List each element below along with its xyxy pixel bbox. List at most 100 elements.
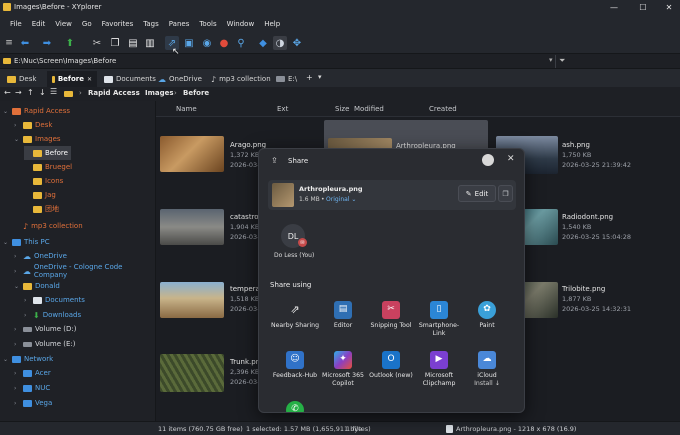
maximize-button[interactable]: ☐	[632, 0, 654, 15]
minimize-button[interactable]: —	[603, 0, 625, 15]
tree-item-acer[interactable]: › Acer	[14, 366, 51, 380]
share-app-snipping-tool[interactable]: ✂ Snipping Tool	[365, 301, 417, 330]
tab-desk[interactable]: Desk	[2, 71, 41, 87]
menu-tools[interactable]: Tools	[194, 20, 221, 28]
chevron-right-icon[interactable]: ›	[14, 253, 20, 260]
chevron-right-icon[interactable]: ›	[14, 400, 20, 407]
tree-item-volume-d[interactable]: › Volume (D:)	[14, 322, 76, 336]
share-app-outlook[interactable]: O Outlook (new)	[365, 351, 417, 380]
tree-item-downloads[interactable]: › ⬇ Downloads	[24, 308, 81, 322]
history-icon[interactable]: ☰	[50, 87, 57, 96]
menu-tags[interactable]: Tags	[138, 20, 164, 28]
menu-view[interactable]: View	[50, 20, 77, 28]
column-name[interactable]: Name	[176, 105, 197, 113]
menu-panes[interactable]: Panes	[164, 20, 195, 28]
list-item[interactable]	[160, 136, 224, 172]
breadcrumb-rapid-access[interactable]: Rapid Access	[88, 89, 140, 97]
chevron-down-icon[interactable]: ⌄	[3, 356, 9, 363]
menu-go[interactable]: Go	[77, 20, 97, 28]
share-app-nearby-sharing[interactable]: ⇗ Nearby Sharing	[269, 301, 321, 330]
tab-documents[interactable]: Documents	[99, 71, 161, 87]
breadcrumb-before[interactable]: Before	[183, 89, 209, 97]
tree-item-vega[interactable]: › Vega	[14, 396, 52, 410]
menu-edit[interactable]: Edit	[27, 20, 51, 28]
tab-mp3-collection[interactable]: ♪ mp3 collection	[206, 71, 276, 87]
chevron-right-icon[interactable]: ›	[14, 268, 20, 275]
tree-item-documents[interactable]: › Documents	[24, 293, 85, 307]
tree-item-desk[interactable]: › Desk	[14, 118, 52, 132]
breadcrumb-images[interactable]: Images	[145, 89, 174, 97]
address-bar[interactable]: E:\Nuc\Screen\Images\Before ▾ ⏷	[0, 54, 680, 69]
back-icon[interactable]: ←	[4, 88, 11, 97]
tab-list-button[interactable]: ▾	[318, 73, 322, 81]
chevron-down-icon[interactable]: ⌄	[14, 283, 20, 290]
column-ext[interactable]: Ext	[277, 105, 288, 113]
down-icon[interactable]: ↓	[39, 88, 46, 97]
delete-icon[interactable]: ●	[217, 36, 231, 50]
edit-button[interactable]: ✎ Edit	[458, 185, 496, 202]
preview-icon[interactable]: ▣	[182, 36, 196, 50]
quality-dropdown[interactable]: Original ⌄	[326, 196, 356, 203]
close-icon[interactable]: ✕	[507, 154, 515, 164]
tree-item-this-pc[interactable]: ⌄ This PC	[3, 235, 50, 249]
column-created[interactable]: Created	[429, 105, 457, 113]
menu-window[interactable]: Window	[222, 20, 260, 28]
cut-icon[interactable]: ✂	[90, 36, 104, 50]
column-size[interactable]: Size	[335, 105, 349, 113]
location-icon[interactable]: ◉	[200, 36, 214, 50]
address-path[interactable]: E:\Nuc\Screen\Images\Before	[14, 57, 116, 65]
close-button[interactable]: ✕	[658, 0, 680, 15]
tab-onedrive[interactable]: ☁ OneDrive	[153, 71, 207, 87]
share-app-feedback-hub[interactable]: ☺ Feedback-Hub	[269, 351, 321, 380]
gem-icon[interactable]: ◆	[256, 36, 270, 50]
dark-mode-icon[interactable]: ◑	[273, 36, 287, 50]
column-modified[interactable]: Modified	[354, 105, 384, 113]
share-app-copilot[interactable]: ✦ Microsoft 365 Copilot	[317, 351, 369, 388]
copy-icon[interactable]: ❐	[108, 36, 122, 50]
chevron-right-icon[interactable]: ›	[14, 122, 20, 129]
avatar[interactable]	[482, 154, 494, 166]
tab-close-icon[interactable]: ✕	[87, 76, 92, 83]
chevron-right-icon[interactable]: ›	[14, 370, 20, 377]
tree-item-nuc[interactable]: › NUC	[14, 381, 50, 395]
list-item[interactable]	[160, 282, 224, 318]
menu-file[interactable]: File	[5, 20, 27, 28]
forward-icon[interactable]: →	[15, 88, 22, 97]
tree-item-jag[interactable]: Jag	[24, 188, 56, 202]
tree-item-onedrive-ccc[interactable]: › ☁ OneDrive - Cologne Code Company	[14, 263, 155, 279]
paste-icon[interactable]: ▤	[126, 36, 140, 50]
tree-item-volume-e[interactable]: › Volume (E:)	[14, 337, 76, 351]
tree-item-bruegel[interactable]: Bruegel	[24, 160, 72, 174]
tree-item-rapid-access[interactable]: ⌄ Rapid Access	[3, 104, 70, 118]
tree-item-onedrive[interactable]: › ☁ OneDrive	[14, 249, 67, 263]
share-app-whatsapp[interactable]: ✆	[269, 401, 321, 412]
share-app-clipchamp[interactable]: ▶ Microsoft Clipchamp	[413, 351, 465, 388]
tree-item-network[interactable]: ⌄ Network	[3, 352, 53, 366]
list-item[interactable]	[160, 209, 224, 245]
up-icon[interactable]: ⬆	[63, 36, 77, 50]
copy-button[interactable]: ❐	[498, 185, 513, 202]
share-app-paint[interactable]: ✿ Paint	[461, 301, 513, 330]
new-tab-button[interactable]: +	[306, 73, 313, 82]
chevron-down-icon[interactable]: ⌄	[14, 136, 20, 143]
tree-item-images[interactable]: ⌄ Images	[14, 132, 61, 146]
chevron-down-icon[interactable]: ⌄	[3, 108, 9, 115]
forward-icon[interactable]: ➡	[40, 36, 54, 50]
share-app-icloud[interactable]: ☁ iCloud Install ↓	[461, 351, 513, 388]
tree-item-mp3-collection[interactable]: ♪ mp3 collection	[14, 219, 83, 233]
tab-e-drive[interactable]: E:\	[271, 71, 302, 87]
filter-box[interactable]: ⏷	[555, 55, 680, 68]
paste-special-icon[interactable]: ▥	[143, 36, 157, 50]
chevron-down-icon[interactable]: ⌄	[3, 239, 9, 246]
share-app-editor[interactable]: ▤ Editor	[317, 301, 369, 330]
back-icon[interactable]: ⬅	[18, 36, 32, 50]
chevron-right-icon[interactable]: ›	[14, 385, 20, 392]
tab-before[interactable]: Before ✕	[47, 71, 97, 87]
install-label[interactable]: Install ↓	[474, 380, 500, 387]
tools-icon[interactable]: ✥	[290, 36, 304, 50]
up-icon[interactable]: ↑	[27, 88, 34, 97]
tree-item-icons[interactable]: Icons	[24, 174, 63, 188]
address-dropdown-icon[interactable]: ▾	[549, 56, 553, 64]
tree-item-donald[interactable]: ⌄ Donald	[14, 279, 60, 293]
chevron-right-icon[interactable]: ›	[24, 312, 30, 319]
